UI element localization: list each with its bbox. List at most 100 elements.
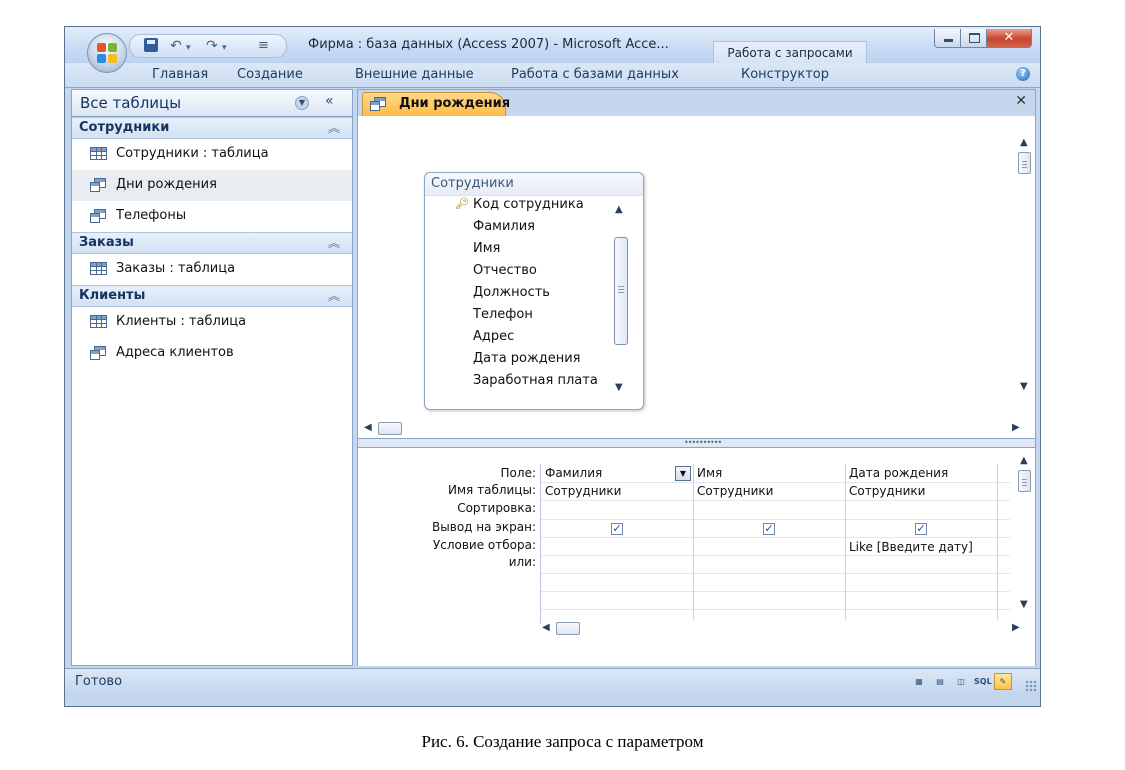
undo-dropdown-icon[interactable]: ▾ [186, 39, 191, 57]
nav-item-orders-table[interactable]: Заказы : таблица [72, 254, 352, 285]
chevron-down-icon[interactable]: ▼ [675, 466, 691, 481]
grid-table-cell[interactable]: Сотрудники [697, 484, 773, 498]
nav-item-phones-query[interactable]: Телефоны [72, 201, 352, 232]
grid-criteria-cell[interactable]: Like [Введите дату] [849, 540, 973, 554]
tab-design[interactable]: Конструктор [741, 67, 829, 82]
field-item[interactable]: Дата рождения [473, 351, 580, 366]
collapse-group-icon[interactable]: ︽ [328, 287, 340, 304]
tab-create[interactable]: Создание [237, 67, 303, 82]
sql-view-icon[interactable]: SQL [973, 673, 992, 690]
table-pane-horizontal-scrollbar[interactable]: ◀ ▶ [364, 420, 1024, 437]
table-pane-vertical-scrollbar[interactable]: ▲ ▼ [1016, 138, 1033, 394]
grid-field-cell[interactable]: Фамилия [545, 466, 602, 480]
context-tab-query-tools: Работа с запросами [713, 41, 867, 64]
field-item[interactable]: Должность [473, 285, 550, 300]
scroll-right-icon[interactable]: ▶ [1012, 423, 1020, 433]
field-item[interactable]: Код сотрудника [473, 197, 584, 212]
grid-table-cell[interactable]: Сотрудники [849, 484, 925, 498]
save-icon[interactable] [144, 38, 158, 52]
redo-dropdown-icon[interactable]: ▾ [222, 39, 227, 57]
pivot-chart-view-icon[interactable]: ◫ [952, 673, 970, 690]
grid-field-cell[interactable]: Дата рождения [849, 466, 948, 480]
scroll-thumb[interactable] [1018, 152, 1031, 174]
undo-icon[interactable]: ↶ [170, 37, 182, 55]
scroll-left-icon[interactable]: ◀ [364, 423, 372, 433]
help-icon[interactable]: ? [1016, 67, 1030, 81]
query-icon [370, 97, 387, 111]
status-bar: Готово ▦ ▤ ◫ SQL ✎ [65, 668, 1040, 695]
field-list-scrollbar[interactable]: ▲ ▼ [611, 197, 628, 405]
maximize-button[interactable] [961, 29, 987, 48]
show-checkbox[interactable]: ✓ [611, 523, 623, 535]
nav-item-client-addresses-query[interactable]: Адреса клиентов [72, 338, 352, 369]
field-item[interactable]: Имя [473, 241, 500, 256]
field-item[interactable]: Фамилия [473, 219, 535, 234]
field-item[interactable]: Телефон [473, 307, 533, 322]
redo-icon[interactable]: ↷ [206, 37, 218, 55]
field-item[interactable]: Заработная плата [473, 373, 598, 388]
document-tab-label: Дни рождения [399, 96, 511, 111]
scroll-right-icon[interactable]: ▶ [1012, 623, 1020, 633]
splitter-grip-icon: •••••••••• [684, 438, 722, 447]
close-document-icon[interactable]: ✕ [1015, 93, 1027, 109]
grid-horizontal-scrollbar[interactable]: ◀ ▶ [542, 620, 1024, 637]
customize-qat-icon[interactable]: ≡ [258, 37, 269, 55]
table-pane: Сотрудники 🔑︎ Код сотрудника Фамилия Имя… [358, 116, 1035, 438]
field-list-title-bar[interactable]: Сотрудники [425, 173, 643, 196]
scroll-down-icon[interactable]: ▼ [1020, 382, 1028, 392]
design-grid-pane: Поле: Имя таблицы: Сортировка: Вывод на … [358, 448, 1035, 666]
pivot-table-view-icon[interactable]: ▤ [931, 673, 949, 690]
nav-group-title: Заказы [79, 235, 134, 250]
view-switcher: ▦ ▤ ◫ SQL ✎ [910, 673, 1012, 690]
collapse-pane-icon[interactable]: « [325, 93, 334, 109]
field-item[interactable]: Адрес [473, 329, 514, 344]
collapse-group-icon[interactable]: ︽ [328, 234, 340, 251]
minimize-button[interactable] [934, 29, 961, 48]
scroll-up-icon[interactable]: ▲ [1020, 456, 1028, 466]
nav-group-clients[interactable]: Клиенты ︽ [72, 285, 352, 307]
design-view-icon[interactable]: ✎ [994, 673, 1012, 690]
collapse-group-icon[interactable]: ︽ [328, 119, 340, 136]
show-checkbox[interactable]: ✓ [915, 523, 927, 535]
office-logo-icon [97, 43, 117, 63]
grid-vertical-scrollbar[interactable]: ▲ ▼ [1016, 456, 1033, 612]
show-checkbox[interactable]: ✓ [763, 523, 775, 535]
nav-group-employees[interactable]: Сотрудники ︽ [72, 117, 352, 139]
tab-external-data[interactable]: Внешние данные [355, 67, 474, 82]
field-list-employees[interactable]: Сотрудники 🔑︎ Код сотрудника Фамилия Имя… [424, 172, 644, 410]
row-label-table: Имя таблицы: [448, 483, 536, 497]
tab-database-tools[interactable]: Работа с базами данных [511, 67, 679, 82]
nav-group-orders[interactable]: Заказы ︽ [72, 232, 352, 254]
scroll-thumb[interactable] [1018, 470, 1031, 492]
nav-item-birthdays-query[interactable]: Дни рождения [72, 170, 352, 201]
scroll-left-icon[interactable]: ◀ [542, 623, 550, 633]
nav-item-employees-table[interactable]: Сотрудники : таблица [72, 139, 352, 170]
office-button[interactable] [87, 33, 127, 73]
grid-field-cell[interactable]: Имя [697, 466, 722, 480]
scroll-down-icon[interactable]: ▼ [615, 383, 623, 393]
nav-item-label: Заказы : таблица [116, 261, 236, 276]
window-title: Фирма : база данных (Access 2007) - Micr… [308, 37, 669, 52]
datasheet-view-icon[interactable]: ▦ [910, 673, 928, 690]
field-item[interactable]: Отчество [473, 263, 537, 278]
document-tab[interactable]: Дни рождения [362, 92, 510, 116]
row-label-sort: Сортировка: [457, 501, 536, 515]
resize-grip-icon[interactable] [1025, 680, 1037, 692]
scroll-up-icon[interactable]: ▲ [615, 205, 623, 215]
table-icon [90, 262, 107, 275]
scroll-up-icon[interactable]: ▲ [1020, 138, 1028, 148]
nav-item-label: Телефоны [116, 208, 187, 223]
chevron-down-icon[interactable]: ▼ [295, 96, 309, 110]
nav-item-clients-table[interactable]: Клиенты : таблица [72, 307, 352, 338]
grid-table-cell[interactable]: Сотрудники [545, 484, 621, 498]
ribbon-tabs: Главная Создание Внешние данные Работа с… [65, 63, 1040, 88]
tab-home[interactable]: Главная [152, 67, 208, 82]
pane-splitter[interactable]: •••••••••• [358, 438, 1035, 448]
nav-pane-header[interactable]: Все таблицы ▼ « [72, 90, 352, 117]
table-icon [90, 315, 107, 328]
scroll-thumb[interactable] [614, 237, 628, 345]
close-button[interactable] [987, 29, 1032, 48]
scroll-down-icon[interactable]: ▼ [1020, 600, 1028, 610]
scroll-thumb[interactable] [556, 622, 580, 635]
scroll-thumb[interactable] [378, 422, 402, 435]
